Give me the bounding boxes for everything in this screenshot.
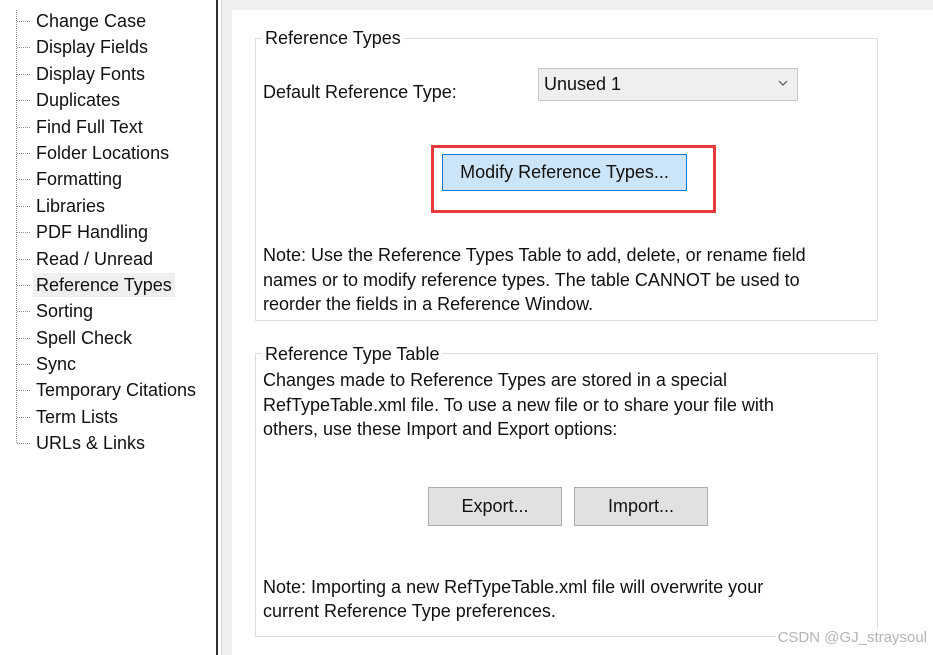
tree-item-label: Folder Locations bbox=[36, 142, 170, 163]
tree-branch-line bbox=[17, 232, 30, 234]
reference-type-table-note-line-2: current Reference Type preferences. bbox=[263, 601, 556, 621]
tree-item-urls-links[interactable]: URLs & Links bbox=[16, 430, 199, 456]
watermark: CSDN @GJ_straysoul bbox=[775, 628, 929, 648]
tree-item-label: Duplicates bbox=[36, 90, 121, 111]
tree-item-label: Display Fields bbox=[36, 37, 149, 58]
tree-branch-line bbox=[17, 205, 30, 207]
tree-branch-line bbox=[17, 73, 30, 75]
tree-item-sync[interactable]: Sync bbox=[16, 351, 199, 377]
tree-branch-line bbox=[17, 47, 30, 49]
reference-types-note-line-3: reorder the fields in a Reference Window… bbox=[263, 294, 594, 314]
tree-item-formatting[interactable]: Formatting bbox=[16, 166, 199, 192]
tree-branch-line bbox=[17, 284, 30, 286]
reference-type-table-desc-line-2: RefTypeTable.xml file. To use a new file… bbox=[263, 395, 774, 415]
tree-item-label: Reference Types bbox=[33, 272, 175, 297]
tree-branch-line bbox=[17, 390, 30, 392]
tree-item-label: URLs & Links bbox=[36, 433, 146, 454]
tree-branch-line bbox=[17, 443, 30, 445]
tree-item-label: Libraries bbox=[36, 195, 106, 216]
tree-item-label: Spell Check bbox=[36, 327, 133, 348]
tree-item-label: Sync bbox=[36, 354, 77, 375]
tree-item-label: Change Case bbox=[36, 11, 147, 31]
tree-item-spell-check[interactable]: Spell Check bbox=[16, 325, 199, 351]
reference-types-group-title: Reference Types bbox=[262, 27, 404, 49]
tree-branch-line bbox=[17, 416, 30, 418]
tree-item-pdf-handling[interactable]: PDF Handling bbox=[16, 219, 199, 245]
default-reference-type-value: Unused 1 bbox=[544, 74, 622, 94]
tree-item-label: Read / Unread bbox=[36, 248, 154, 269]
tree-branch-line bbox=[17, 21, 30, 22]
tree-branch-line bbox=[17, 152, 30, 154]
reference-type-table-note-line-1: Note: Importing a new RefTypeTable.xml f… bbox=[263, 577, 764, 597]
tree-list: Change Case Display Fields Display Fonts Du… bbox=[16, 8, 199, 457]
tree-item-find-full-text[interactable]: Find Full Text bbox=[16, 114, 199, 140]
tree-branch-line bbox=[17, 258, 30, 260]
tree-item-sorting[interactable]: Sorting bbox=[16, 298, 199, 324]
tree-item-label: Display Fonts bbox=[36, 63, 146, 84]
reference-type-table-desc-line-1: Changes made to Reference Types are stor… bbox=[263, 370, 727, 390]
import-button[interactable]: Import... bbox=[574, 487, 708, 526]
tree-item-term-lists[interactable]: Term Lists bbox=[16, 404, 199, 430]
tree-item-display-fields[interactable]: Display Fields bbox=[16, 34, 199, 60]
modify-reference-types-button[interactable]: Modify Reference Types... bbox=[442, 154, 687, 191]
tree-item-label: Formatting bbox=[36, 169, 123, 190]
tree-branch-line bbox=[17, 311, 30, 313]
tree-branch-line bbox=[17, 337, 30, 339]
preferences-window: Change Case Display Fields Display Fonts Du… bbox=[0, 0, 933, 655]
tree-item-label: Find Full Text bbox=[36, 116, 143, 137]
reference-type-table-desc-line-3: others, use these Import and Export opti… bbox=[263, 419, 618, 439]
tree-branch-line bbox=[17, 179, 30, 181]
chevron-down-icon bbox=[778, 80, 788, 86]
tree-branch-line bbox=[17, 364, 30, 366]
export-button[interactable]: Export... bbox=[428, 487, 562, 526]
tree-item-reference-types[interactable]: Reference Types bbox=[16, 272, 199, 298]
tree-item-duplicates[interactable]: Duplicates bbox=[16, 87, 199, 113]
reference-types-note-line-1: Note: Use the Reference Types Table to a… bbox=[263, 245, 806, 265]
tree-item-change-case[interactable]: Change Case bbox=[16, 8, 199, 34]
tree-item-libraries[interactable]: Libraries bbox=[16, 193, 199, 219]
tree-item-display-fonts[interactable]: Display Fonts bbox=[16, 61, 199, 87]
tree-item-label: Term Lists bbox=[36, 406, 119, 427]
tree-branch-line bbox=[17, 100, 30, 102]
tree-item-temporary-citations[interactable]: Temporary Citations bbox=[16, 377, 199, 403]
tree-item-read-unread[interactable]: Read / Unread bbox=[16, 246, 199, 272]
reference-types-note-line-2: names or to modify reference types. The … bbox=[263, 270, 800, 290]
tree-item-folder-locations[interactable]: Folder Locations bbox=[16, 140, 199, 166]
tree-item-label: Temporary Citations bbox=[36, 380, 197, 401]
default-reference-type-label: Default Reference Type: bbox=[263, 82, 457, 102]
tree-item-label: Sorting bbox=[36, 301, 94, 322]
reference-type-table-group-title: Reference Type Table bbox=[262, 343, 443, 365]
preferences-tree: Change Case Display Fields Display Fonts Du… bbox=[0, 0, 216, 655]
default-reference-type-select[interactable]: Unused 1 bbox=[538, 68, 798, 101]
tree-branch-line bbox=[17, 126, 30, 128]
tree-item-label: PDF Handling bbox=[36, 222, 149, 243]
